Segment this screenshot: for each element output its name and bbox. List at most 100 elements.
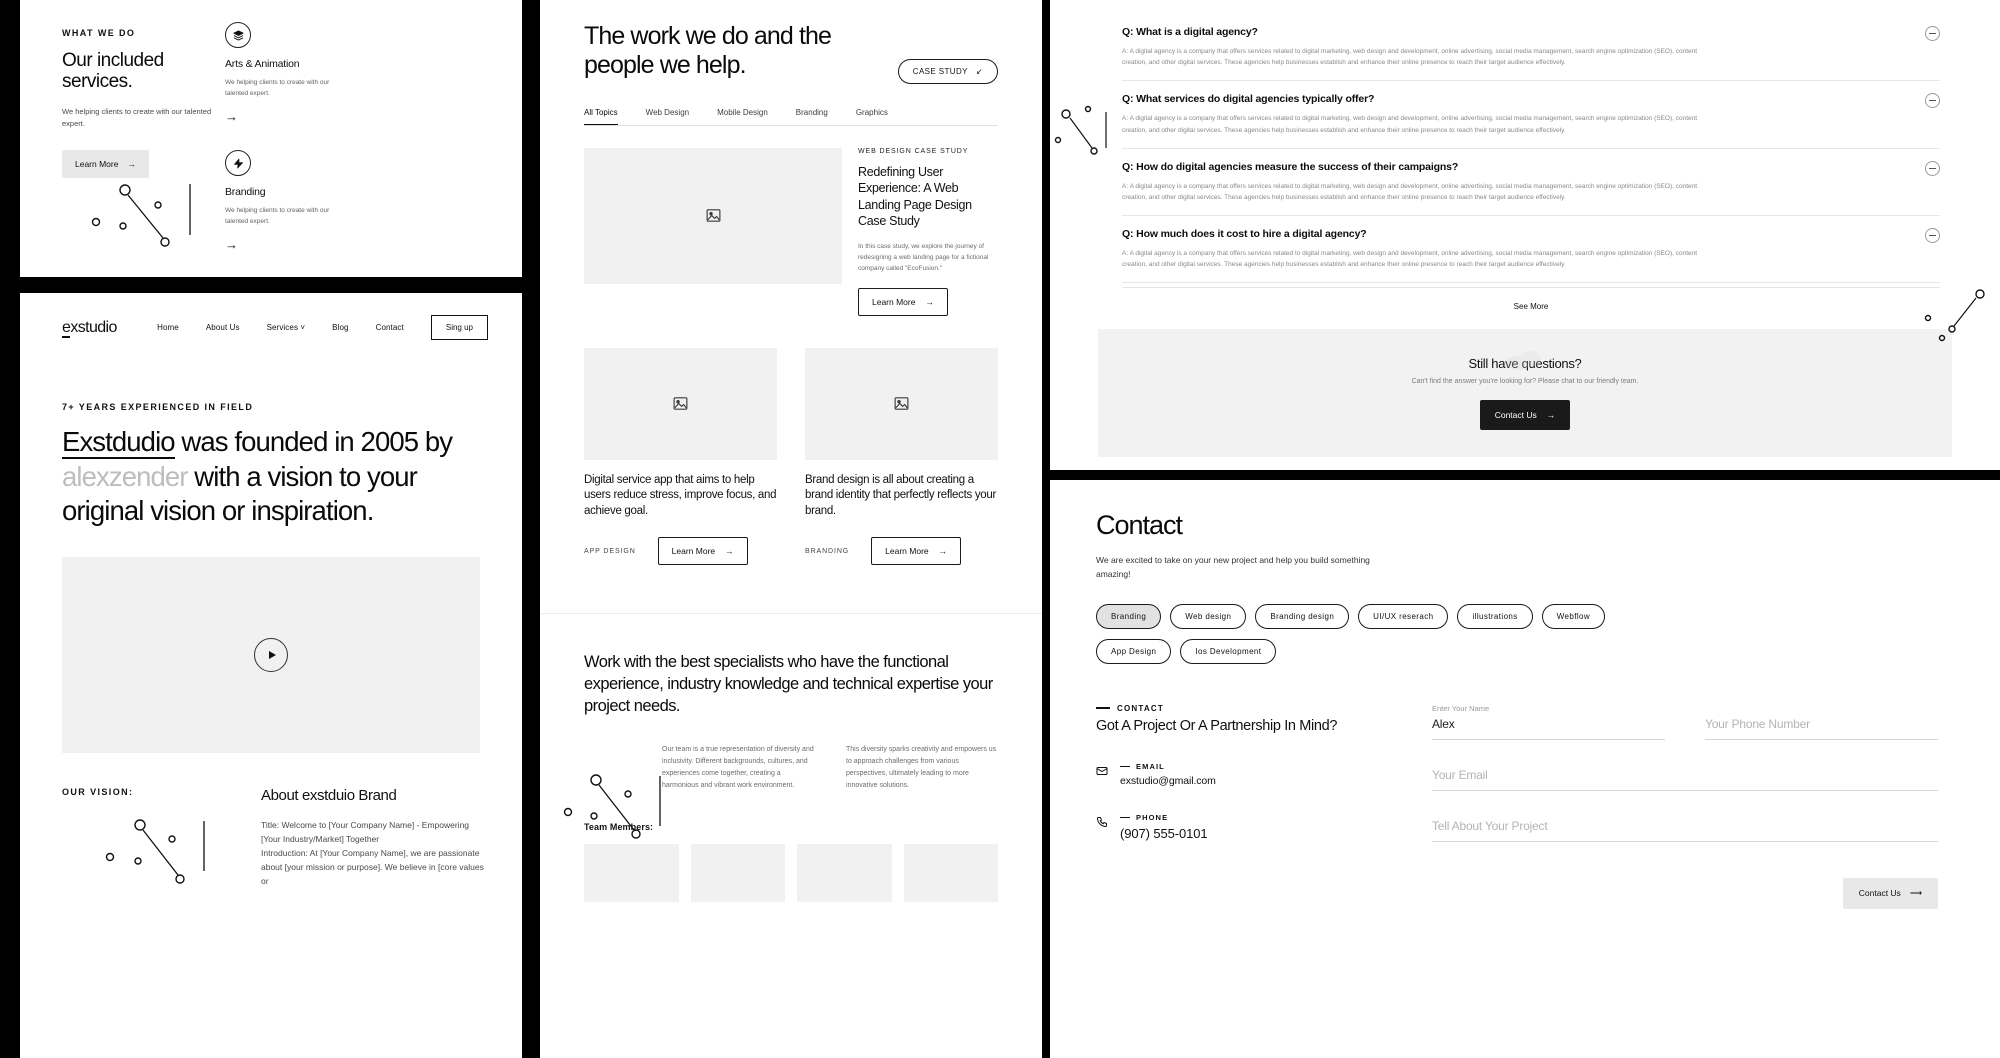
see-more-link[interactable]: See More [1122, 302, 1940, 311]
nav-item-contact[interactable]: Contact [376, 323, 404, 332]
project-input[interactable] [1432, 814, 1938, 842]
services-learn-more-button[interactable]: Learn More → [62, 150, 149, 179]
work-card-title: Digital service app that aims to help us… [584, 473, 777, 517]
contact-lead: We are excited to take on your new proje… [1096, 555, 1370, 580]
layers-icon [225, 22, 251, 48]
project-field-wrap [1432, 814, 1938, 842]
tag-illustrations[interactable]: illustrations [1457, 603, 1533, 629]
tag-uiux-research[interactable]: UI/UX reserach [1358, 603, 1449, 629]
dash-icon [1120, 765, 1130, 768]
email-input[interactable] [1432, 763, 1938, 791]
tag-web-design[interactable]: Web design [1170, 603, 1247, 629]
tab-graphics[interactable]: Graphics [856, 108, 888, 125]
case-study-button[interactable]: CASE STUDY ↙ [897, 58, 998, 84]
bolt-icon [225, 150, 251, 177]
phone-value[interactable]: (907) 555-0101 [1120, 826, 1208, 841]
vision-right: About exstduio Brand Title: Welcome to [… [261, 787, 488, 888]
tab-all-topics[interactable]: All Topics [584, 108, 618, 125]
services-title: Our included services. [62, 50, 164, 93]
work-card-footer: BRANDING Learn More → [805, 537, 998, 566]
service-card[interactable]: Branding We helping clients to create wi… [225, 150, 368, 251]
faq-item[interactable]: Q: How do digital agencies measure the s… [1122, 149, 1940, 217]
image-placeholder [584, 347, 777, 460]
email-label: EMAIL [1136, 762, 1165, 771]
service-desc: We helping clients to create with our ta… [225, 207, 330, 226]
email-value[interactable]: exstudio@gmail.com [1120, 775, 1216, 787]
work-card[interactable]: Brand design is all about creating a bra… [805, 347, 998, 566]
minus-circle-icon[interactable] [1925, 93, 1940, 109]
tab-branding[interactable]: Branding [796, 108, 828, 125]
tag-branding[interactable]: Branding [1096, 603, 1162, 629]
play-icon[interactable] [254, 637, 288, 672]
team-text-2: This diversity sparks creativity and emp… [846, 746, 997, 789]
minus-circle-icon[interactable] [1925, 26, 1940, 41]
contact-columns: CONTACT Got A Project Or A Partnership I… [1096, 704, 1938, 909]
team-column-2: This diversity sparks creativity and emp… [846, 744, 998, 792]
services-panel: WHAT WE DO Our included services. We hel… [20, 0, 522, 277]
site-header: exstudio Home About Us Services ˅ Blog C… [20, 293, 522, 340]
featured-learn-more-label: Learn More [872, 296, 916, 307]
featured-desc: In this case study, we explore the journ… [858, 242, 989, 272]
about-brand-title: About exstduio Brand [261, 786, 397, 804]
faq-item[interactable]: Q: What is a digital agency? A: A digita… [1122, 14, 1940, 82]
about-brand-body: Title: Welcome to [Your Company Name] - … [261, 819, 484, 886]
about-eyebrow: 7+ YEARS EXPERIENCED IN FIELD [62, 402, 254, 412]
envelope-icon [1096, 762, 1110, 782]
nav-item-services[interactable]: Services ˅ [267, 323, 306, 332]
dash-icon [1096, 707, 1110, 710]
tab-web-design[interactable]: Web Design [646, 108, 689, 125]
tag-webflow[interactable]: Webflow [1541, 603, 1606, 629]
faq-item[interactable]: Q: What services do digital agencies typ… [1122, 81, 1940, 149]
services-grid: Arts & Animation We helping clients to c… [225, 22, 515, 277]
faq-item[interactable]: Q: How much does it cost to hire a digit… [1122, 216, 1940, 284]
nav-item-home[interactable]: Home [157, 323, 179, 332]
vision-left: OUR VISION: [62, 787, 237, 888]
minus-circle-icon[interactable] [1925, 160, 1940, 176]
nav-item-about-us[interactable]: About Us [206, 323, 240, 332]
work-card-learn-more-label: Learn More [885, 546, 929, 557]
arrow-right-icon[interactable]: → [225, 238, 368, 251]
service-card[interactable]: Arts & Animation We helping clients to c… [225, 22, 368, 123]
featured-meta: WEB DESIGN CASE STUDY Redefining User Ex… [858, 148, 998, 316]
work-card-footer: APP DESIGN Learn More → [584, 537, 777, 566]
contact-email-block: EMAIL exstudio@gmail.com [1096, 762, 1396, 787]
about-headline: Exstdudio was founded in 2005 by alexzen… [62, 425, 480, 529]
phone-icon [1096, 813, 1110, 833]
nav-item-blog[interactable]: Blog [332, 323, 348, 332]
phone-label: PHONE [1136, 813, 1169, 822]
minus-circle-icon[interactable] [1925, 228, 1940, 244]
faq-question: Q: How do digital agencies measure the s… [1122, 160, 1459, 173]
service-desc: We helping clients to create with our ta… [225, 79, 330, 98]
contact-heading: Got A Project Or A Partnership In Mind? [1096, 717, 1338, 734]
team-member-avatar [584, 843, 679, 902]
contact-us-button[interactable]: Contact Us → [1479, 400, 1571, 431]
logo[interactable]: exstudio [62, 318, 117, 338]
work-panel: The work we do and the people we help. C… [540, 0, 1042, 1058]
phone-label-row: PHONE [1120, 813, 1208, 822]
service-tags-row-1: Branding Web design Branding design UI/U… [1096, 603, 1938, 629]
decorative-dots-lines [105, 819, 205, 884]
work-card-learn-more-button[interactable]: Learn More → [657, 537, 748, 566]
signup-button[interactable]: Sing up [430, 315, 488, 340]
tag-app-design[interactable]: App Design [1096, 638, 1172, 664]
work-card[interactable]: Digital service app that aims to help us… [584, 347, 777, 566]
team-member-avatar [797, 843, 892, 902]
featured-title: Redefining User Experience: A Web Landin… [858, 164, 972, 229]
about-video-placeholder[interactable] [62, 556, 480, 753]
work-card-learn-more-button[interactable]: Learn More → [871, 537, 962, 566]
tag-branding-design[interactable]: Branding design [1255, 603, 1350, 629]
tag-ios-development[interactable]: Ios Development [1180, 638, 1277, 664]
form-submit-row: Contact Us ⟶ [1432, 877, 1938, 909]
arrow-right-icon[interactable]: → [225, 110, 368, 123]
screenshot-stage: WHAT WE DO Our included services. We hel… [0, 0, 2000, 1058]
name-input[interactable] [1432, 712, 1665, 740]
featured-learn-more-button[interactable]: Learn More → [858, 287, 948, 316]
contact-panel: Contact We are excited to take on your n… [1050, 480, 2000, 1058]
phone-input[interactable] [1705, 712, 1938, 740]
still-have-questions-box: Still have questions? Can't find the ans… [1098, 329, 1952, 458]
contact-submit-button[interactable]: Contact Us ⟶ [1842, 877, 1938, 909]
team-text-1: Our team is a true representation of div… [662, 746, 814, 789]
arrow-right-icon: → [127, 159, 136, 170]
tab-mobile-design[interactable]: Mobile Design [717, 108, 768, 125]
arrow-right-icon: → [925, 296, 934, 307]
